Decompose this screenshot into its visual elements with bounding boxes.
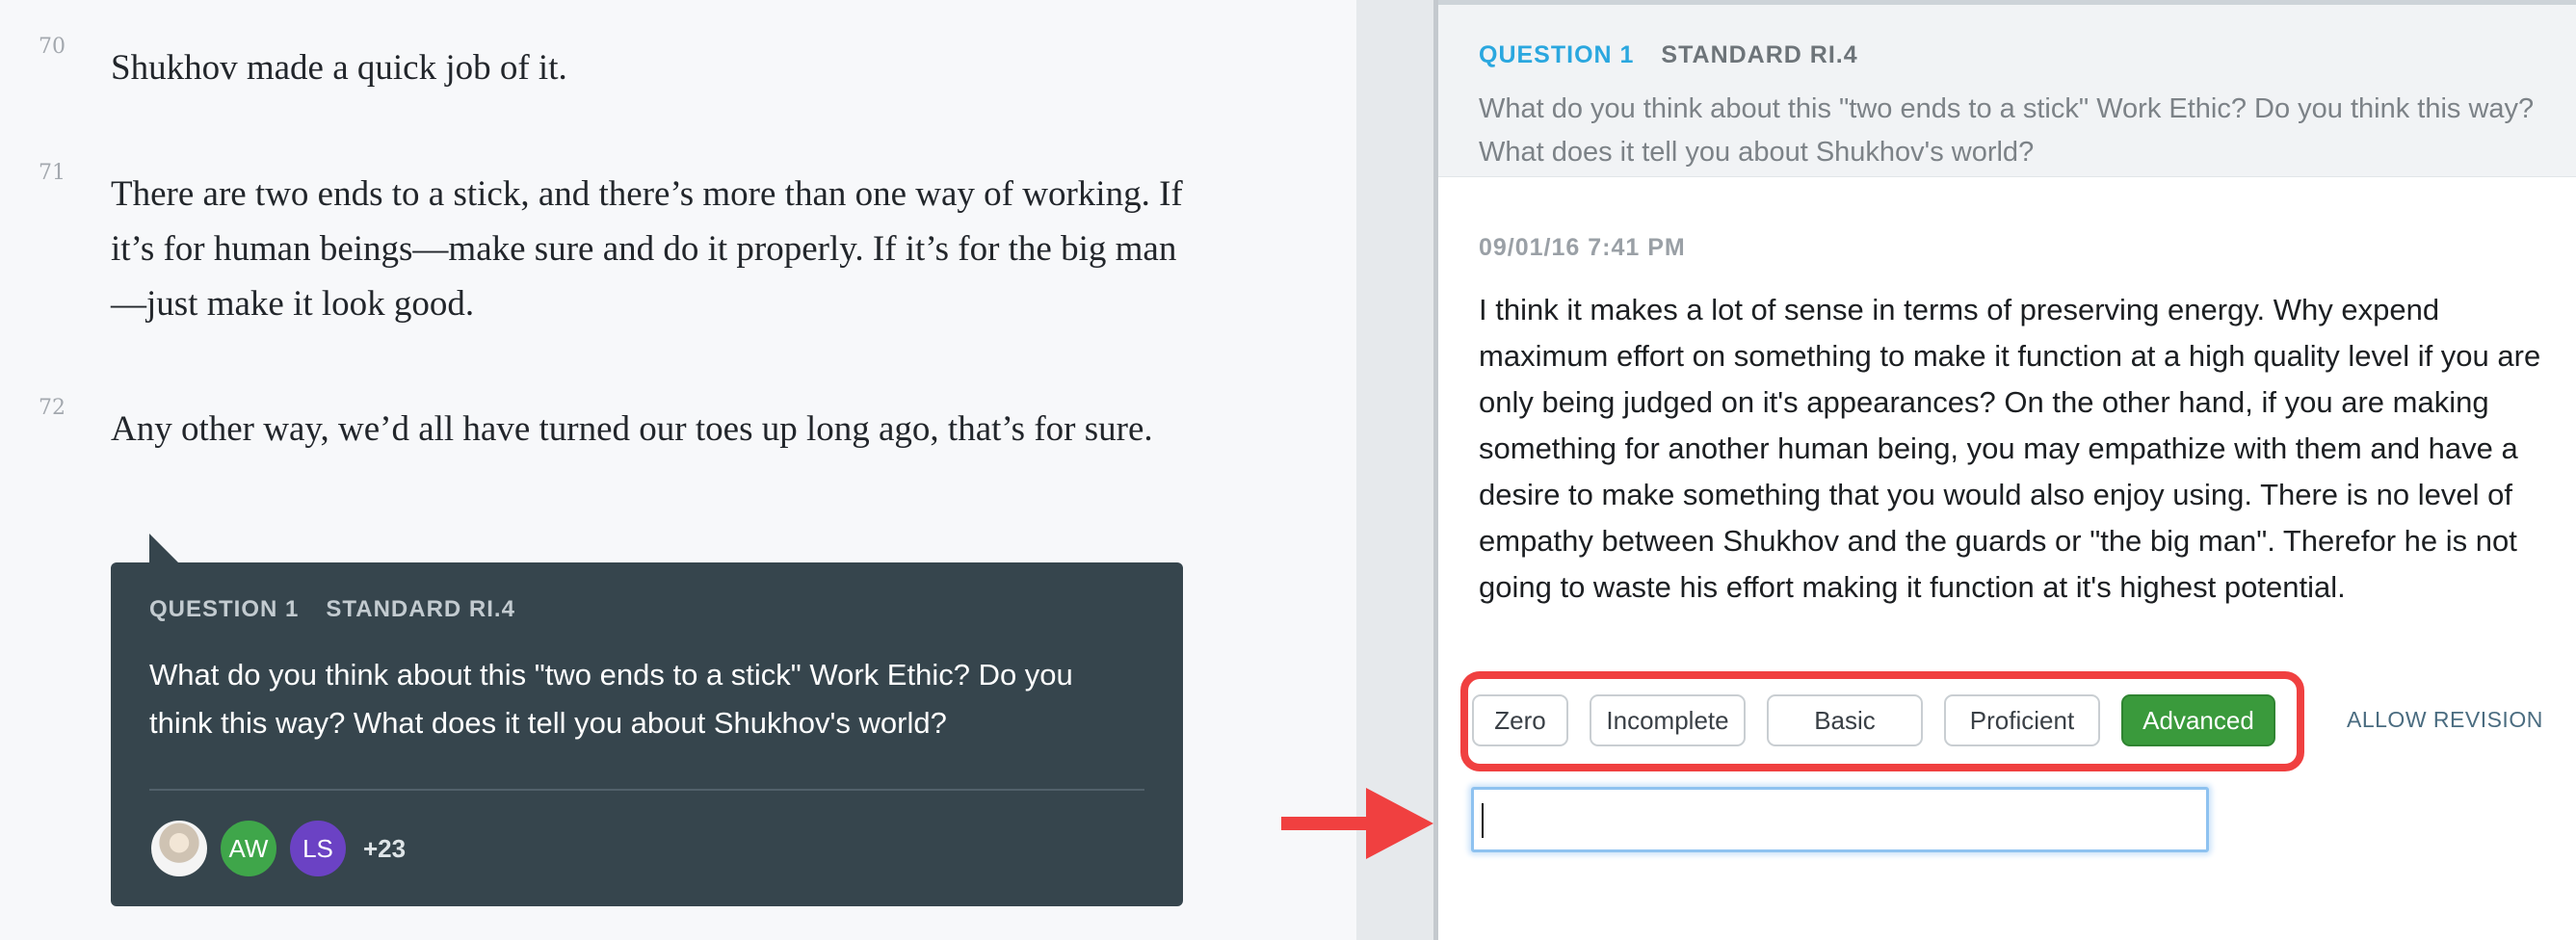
rubric-proficient-button[interactable]: Proficient <box>1944 694 2100 746</box>
arrow-right-icon <box>1281 788 1433 859</box>
panel-question-header: QUESTION 1 STANDARD RI.4 What do you thin… <box>1438 5 2576 177</box>
avatar-aw[interactable]: AW <box>219 819 278 878</box>
panel-question-label: QUESTION 1 STANDARD RI.4 <box>1479 41 1858 69</box>
divider <box>149 789 1144 791</box>
question-number: QUESTION 1 <box>149 596 300 622</box>
text-caret <box>1482 803 1484 838</box>
line-number: 72 <box>39 396 66 420</box>
paragraph-text: Any other way, we’d all have turned our … <box>111 409 1153 449</box>
feedback-input[interactable] <box>1471 787 2209 852</box>
card-pointer <box>149 534 178 562</box>
reading-pane: 70 Shukhov made a quick job of it. 71 Th… <box>0 0 1356 940</box>
paragraph-71[interactable]: 71 There are two ends to a stick, and th… <box>39 161 1199 331</box>
paragraph-text: There are two ends to a stick, and there… <box>111 174 1183 324</box>
avatar-photo[interactable] <box>149 819 209 878</box>
grading-panel: QUESTION 1 STANDARD RI.4 What do you thin… <box>1438 0 2576 940</box>
line-number: 70 <box>39 35 66 59</box>
allow-revision-link[interactable]: ALLOW REVISION <box>2347 707 2543 733</box>
rubric-incomplete-button[interactable]: Incomplete <box>1590 694 1746 746</box>
rubric-zero-button[interactable]: Zero <box>1472 694 1568 746</box>
line-number: 71 <box>39 161 66 185</box>
question-card[interactable]: QUESTION 1 STANDARD RI.4 What do you thin… <box>111 534 1183 906</box>
rubric-advanced-button[interactable]: Advanced <box>2121 694 2275 746</box>
panel-standard-label: STANDARD RI.4 <box>1661 41 1858 68</box>
avatar-ls[interactable]: LS <box>288 819 348 878</box>
respondent-avatars[interactable]: AW LS +23 <box>149 819 406 878</box>
rubric-button-group: Zero Incomplete Basic Proficient Advance… <box>1460 671 2304 771</box>
question-prompt: What do you think about this "two ends t… <box>149 658 1073 740</box>
more-respondents-count[interactable]: +23 <box>363 834 406 864</box>
panel-question-prompt: What do you think about this "two ends t… <box>1479 93 2535 168</box>
paragraph-72[interactable]: 72 Any other way, we’d all have turned o… <box>39 396 1199 457</box>
student-answer: I think it makes a lot of sense in terms… <box>1479 293 2541 604</box>
question-card-header: QUESTION 1 STANDARD RI.4 <box>149 596 515 623</box>
paragraph-70[interactable]: 70 Shukhov made a quick job of it. <box>39 35 1199 95</box>
standard-label: STANDARD RI.4 <box>326 596 515 622</box>
panel-question-number: QUESTION 1 <box>1479 41 1635 68</box>
paragraph-text: Shukhov made a quick job of it. <box>111 48 567 88</box>
response-timestamp: 09/01/16 7:41 PM <box>1479 234 1686 261</box>
rubric-basic-button[interactable]: Basic <box>1767 694 1923 746</box>
